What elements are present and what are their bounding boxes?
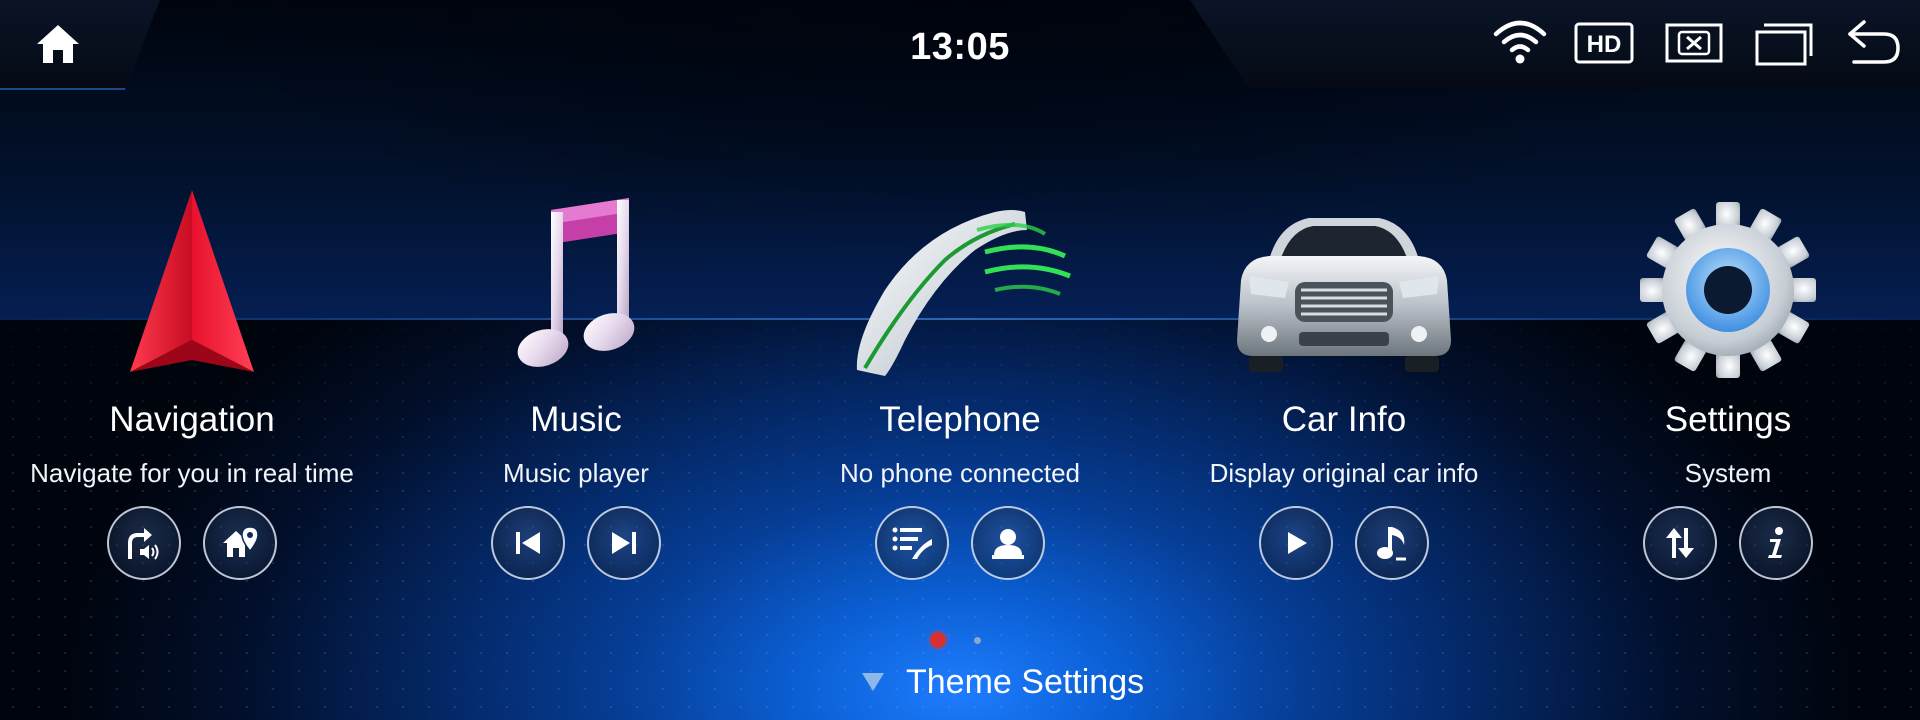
app-title: Navigation — [109, 400, 275, 439]
app-title: Car Info — [1281, 400, 1407, 439]
previous-track-button[interactable] — [491, 506, 565, 580]
app-subtitle: Music player — [503, 458, 649, 488]
home-screen: 13:05 HD Navigation Navigate for you in … — [0, 0, 1920, 720]
home-icon[interactable] — [34, 22, 82, 66]
previous-track-icon — [516, 532, 540, 554]
theme-settings-button[interactable]: Theme Settings — [860, 660, 1144, 704]
close-window-icon[interactable] — [1664, 22, 1724, 69]
music-note-icon[interactable] — [384, 180, 768, 380]
app-title: Telephone — [879, 400, 1041, 439]
sort-icon — [1666, 528, 1694, 558]
app-music[interactable]: Music Music player — [384, 180, 768, 580]
multi-window-icon[interactable] — [1754, 22, 1814, 71]
back-icon[interactable] — [1844, 18, 1904, 71]
theme-settings-label: Theme Settings — [906, 662, 1145, 701]
app-subtitle: Display original car info — [1209, 458, 1479, 488]
phone-handset-icon[interactable] — [768, 180, 1152, 380]
next-track-button[interactable] — [587, 506, 661, 580]
info-button[interactable] — [1739, 506, 1813, 580]
contacts-button[interactable] — [971, 506, 1045, 580]
app-car-info[interactable]: Car Info Display original car info — [1152, 180, 1536, 580]
sort-button[interactable] — [1643, 506, 1717, 580]
car-music-icon — [1377, 527, 1406, 561]
app-subtitle: Navigate for you in real time — [30, 458, 354, 488]
navigation-arrow-icon[interactable] — [0, 180, 384, 380]
gear-icon[interactable] — [1536, 180, 1920, 380]
page-indicator — [930, 632, 990, 652]
info-icon — [1768, 527, 1783, 558]
contacts-icon — [992, 529, 1024, 559]
voice-guidance-icon — [128, 528, 159, 560]
clock: 13:05 — [910, 26, 1010, 68]
app-telephone[interactable]: Telephone No phone connected — [768, 180, 1152, 580]
play-button[interactable] — [1259, 506, 1333, 580]
triangle-down-icon — [862, 673, 884, 691]
app-title: Music — [530, 400, 622, 439]
wifi-icon[interactable] — [1492, 18, 1548, 71]
page-dot-active[interactable] — [930, 632, 946, 648]
car-icon[interactable] — [1152, 180, 1536, 380]
play-icon — [1288, 532, 1307, 554]
app-subtitle: No phone connected — [840, 458, 1080, 488]
app-settings[interactable]: Settings System — [1536, 180, 1920, 580]
next-track-icon — [612, 532, 636, 554]
voice-guidance-button[interactable] — [107, 506, 181, 580]
hd-label: HD — [1587, 31, 1622, 58]
app-title: Settings — [1664, 400, 1792, 439]
call-log-icon — [892, 527, 932, 559]
app-subtitle: System — [1684, 458, 1772, 488]
home-location-button[interactable] — [203, 506, 277, 580]
call-log-button[interactable] — [875, 506, 949, 580]
car-music-button[interactable] — [1355, 506, 1429, 580]
home-location-icon — [223, 526, 259, 557]
hd-icon[interactable]: HD — [1574, 22, 1634, 69]
page-dot[interactable] — [974, 637, 981, 644]
app-navigation[interactable]: Navigation Navigate for you in real time — [0, 180, 384, 580]
